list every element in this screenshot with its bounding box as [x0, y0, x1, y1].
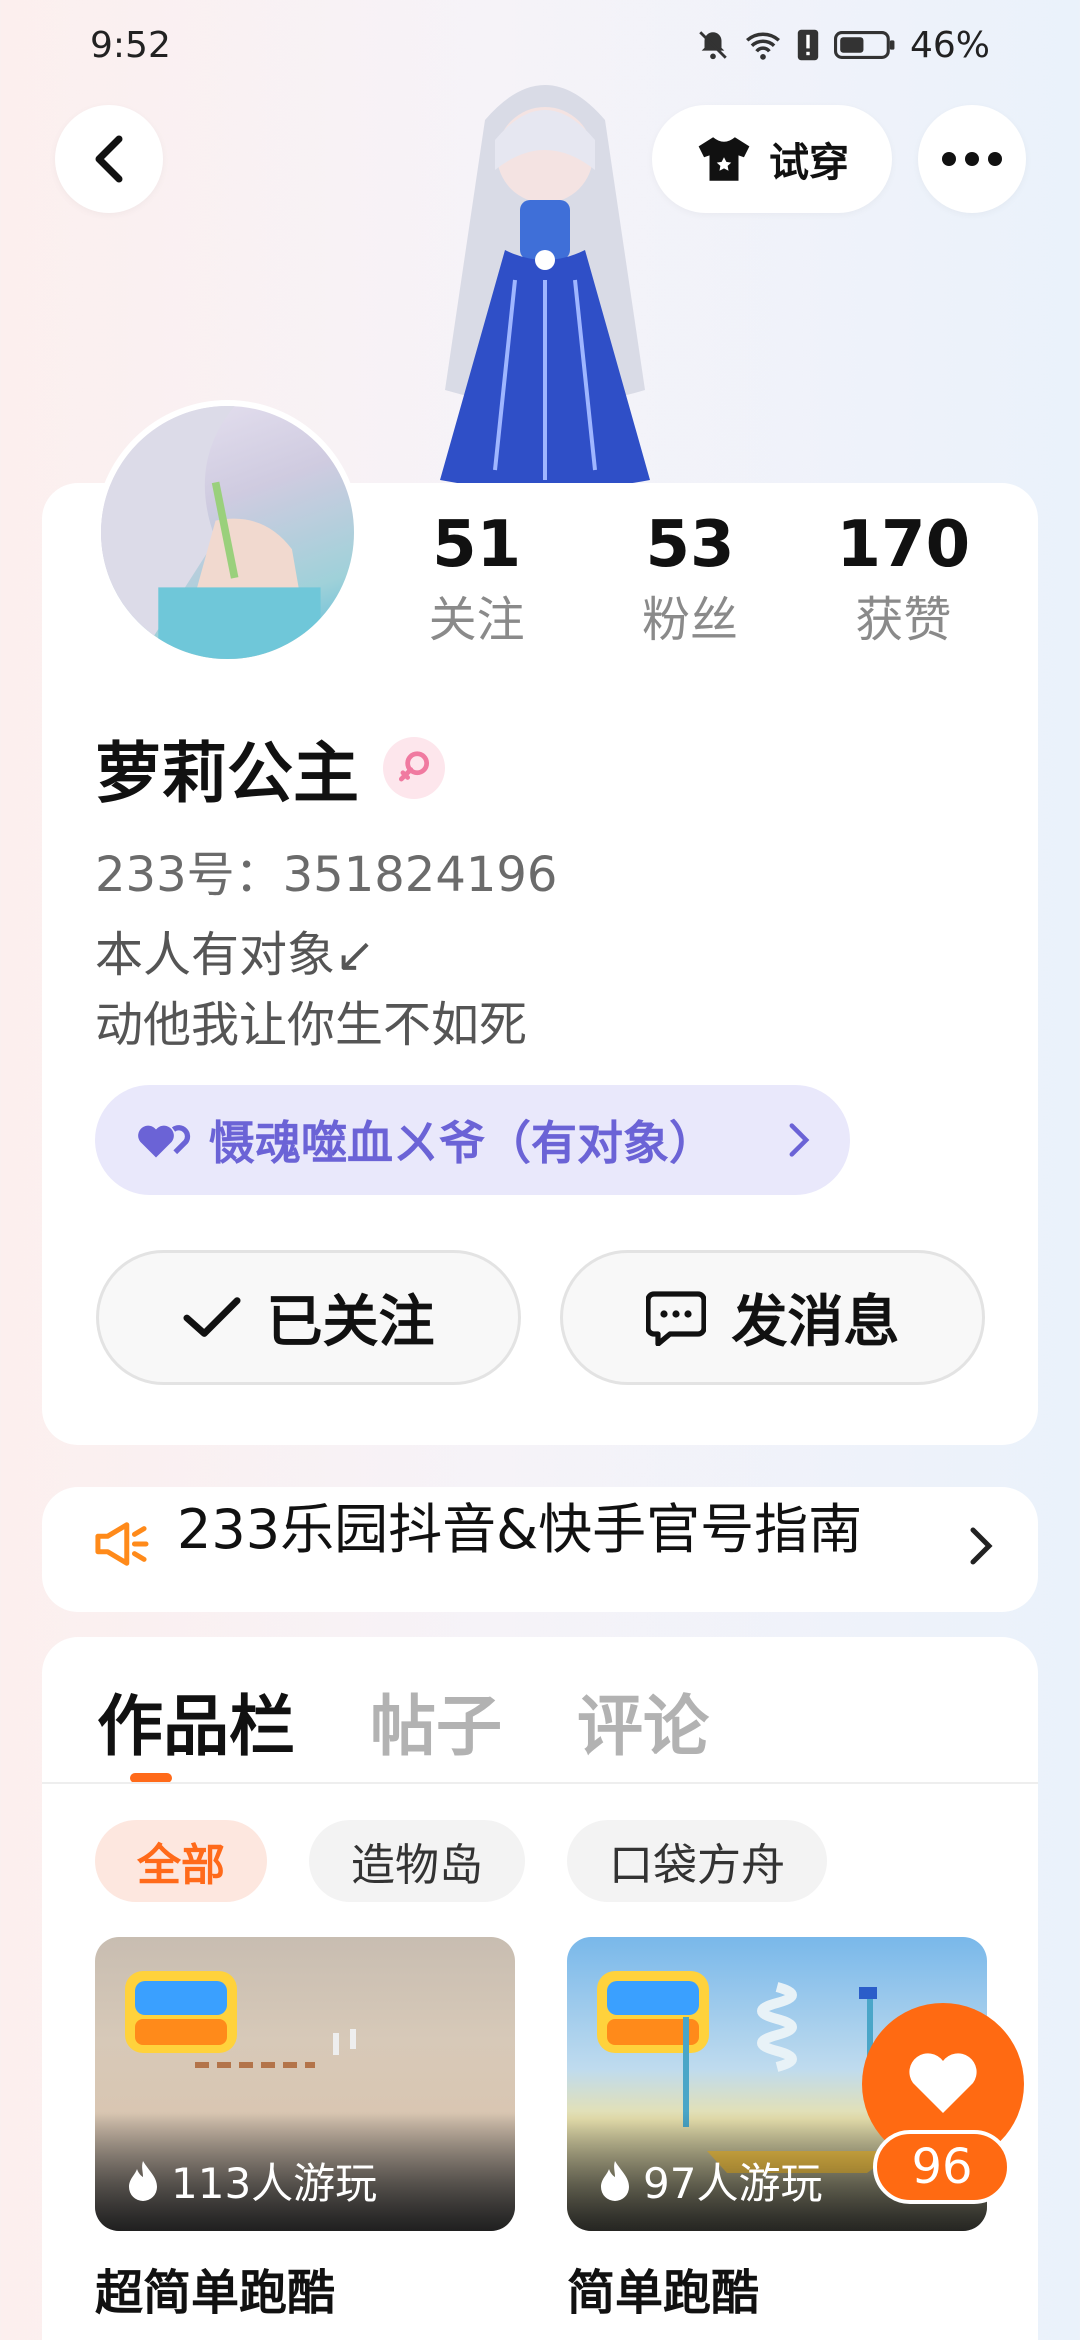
followed-label: 已关注	[266, 1290, 435, 1355]
megaphone-icon	[95, 1522, 149, 1566]
flame-icon	[129, 2160, 157, 2201]
chevron-right-icon	[789, 1123, 810, 1157]
female-icon	[398, 751, 430, 782]
chevron-right-icon	[970, 1527, 993, 1565]
mute-bell-icon	[699, 31, 727, 60]
try-on-label: 试穿	[769, 140, 849, 186]
stat-label: 获赞	[855, 592, 952, 648]
user-id: 233号：351824196	[95, 847, 558, 903]
avatar-image	[101, 406, 321, 659]
more-button[interactable]	[918, 105, 1026, 213]
tab-posts[interactable]: 帖子	[370, 1677, 502, 1777]
battery-percent: 46%	[909, 24, 990, 66]
tab-comments[interactable]: 评论	[577, 1677, 709, 1777]
relationship-label: 慑魂噬血ㄨ爷（有对象）	[209, 1116, 715, 1170]
like-count-badge: 96	[873, 2130, 1011, 2204]
play-count: 97人游玩	[597, 2150, 822, 2211]
tshirt-icon	[698, 137, 750, 181]
name-row: 萝莉公主	[95, 720, 445, 816]
content-tabs: 作品栏 帖子 评论	[97, 1677, 709, 1777]
heart-icon	[909, 2053, 977, 2113]
stat-value: 53	[645, 508, 735, 582]
try-on-button[interactable]: 试穿	[652, 105, 892, 213]
play-count-text: 113人游玩	[171, 2159, 378, 2208]
battery-icon	[833, 31, 895, 59]
status-time: 9:52	[90, 24, 171, 66]
stat-label: 粉丝	[641, 592, 738, 648]
profile-stats: 51 关注 53 粉丝 170 获赞	[370, 505, 1010, 655]
stat-following[interactable]: 51 关注	[370, 505, 583, 655]
flame-icon	[601, 2160, 629, 2201]
announcement-bar[interactable]: 233乐园抖音&快手官号指南	[42, 1487, 1038, 1612]
status-icons: 46%	[696, 25, 990, 66]
couple-heart-icon	[138, 1125, 191, 1158]
work-title: 简单跑酷	[567, 2265, 760, 2321]
more-dots-icon	[942, 152, 1002, 166]
play-count-text: 97人游玩	[643, 2159, 823, 2208]
stat-label: 关注	[428, 592, 525, 648]
message-label: 发消息	[731, 1290, 900, 1355]
stat-value: 170	[836, 508, 971, 582]
message-button[interactable]: 发消息	[560, 1250, 985, 1385]
filter-chips: 全部 造物岛 口袋方舟	[95, 1820, 827, 1902]
announcement-text: 233乐园抖音&快手官号指南	[177, 1498, 863, 1561]
work-card[interactable]: 113人游玩 超简单跑酷	[95, 1937, 515, 2323]
chat-bubble-icon	[645, 1290, 706, 1346]
stat-value: 51	[432, 508, 522, 582]
filter-all[interactable]: 全部	[95, 1820, 267, 1902]
filter-creation-island[interactable]: 造物岛	[309, 1820, 525, 1902]
profile-name: 萝莉公主	[95, 735, 359, 812]
stat-likes[interactable]: 170 获赞	[797, 505, 1010, 655]
relationship-link[interactable]: 慑魂噬血ㄨ爷（有对象）	[95, 1085, 850, 1195]
followed-button[interactable]: 已关注	[96, 1250, 521, 1385]
play-count: 113人游玩	[125, 2150, 377, 2211]
wifi-icon	[745, 32, 780, 60]
work-title: 超简单跑酷	[95, 2265, 336, 2321]
tabs-divider	[42, 1782, 1038, 1784]
filter-pocket-ark[interactable]: 口袋方舟	[567, 1820, 827, 1902]
gender-badge	[383, 737, 445, 799]
profile-avatar[interactable]	[95, 400, 360, 665]
alert-icon	[797, 29, 819, 61]
back-arrow-icon	[95, 135, 123, 183]
tab-works[interactable]: 作品栏	[97, 1677, 295, 1777]
profile-bio: 本人有对象↙ 动他我让你生不如死	[95, 927, 528, 1053]
back-button[interactable]	[55, 105, 163, 213]
stat-followers[interactable]: 53 粉丝	[583, 505, 796, 655]
check-icon	[182, 1296, 241, 1337]
dressup-avatar[interactable]	[395, 60, 695, 490]
work-thumbnail: 113人游玩	[95, 1937, 515, 2231]
